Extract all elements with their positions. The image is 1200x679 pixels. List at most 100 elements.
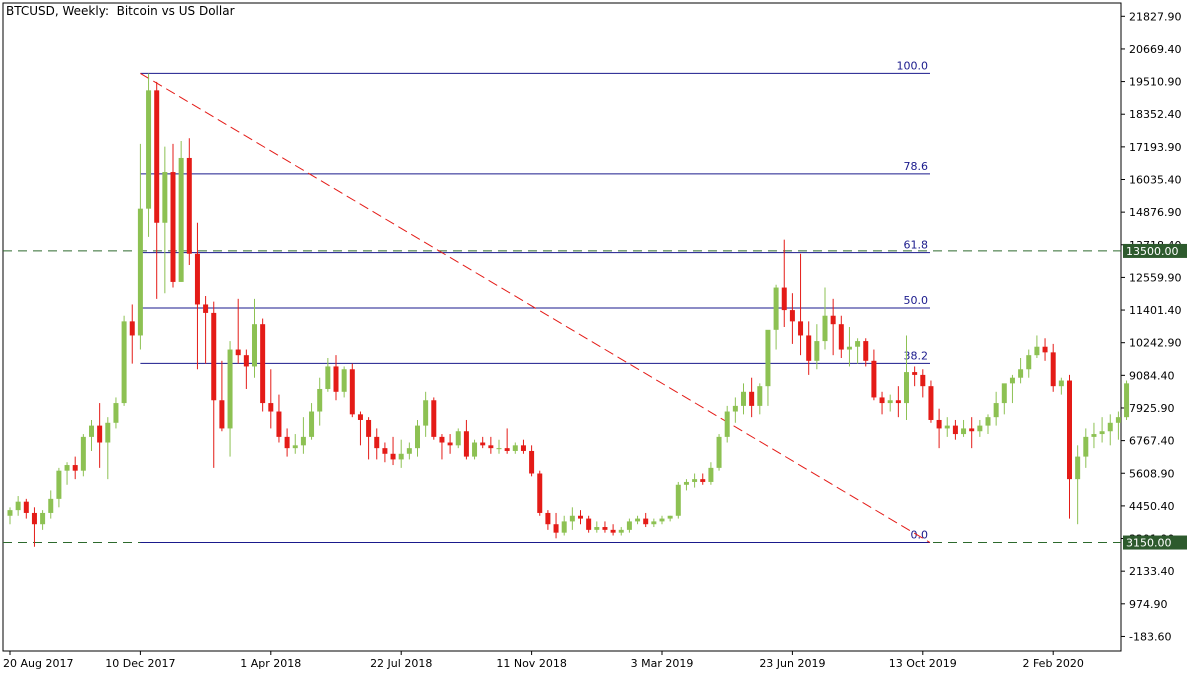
candle-body <box>447 442 453 446</box>
candle-body <box>732 405 738 412</box>
candle-body <box>415 425 420 449</box>
candle-body <box>7 510 13 516</box>
candle-body <box>480 442 486 446</box>
candle-body <box>463 431 469 457</box>
candle-body <box>219 400 225 429</box>
candle-body <box>137 208 143 336</box>
candle-body <box>569 515 575 522</box>
candle-body <box>276 411 282 437</box>
candle-body <box>765 329 771 387</box>
candle-body <box>504 448 510 451</box>
candle-body <box>1009 377 1015 384</box>
candle-body <box>162 172 168 223</box>
candle-body <box>830 315 836 325</box>
candle-body <box>455 431 461 446</box>
candle-body <box>553 524 559 533</box>
candle-body <box>97 425 103 443</box>
candle-body <box>741 391 746 406</box>
candle-body <box>961 428 967 435</box>
candle-body <box>235 349 241 356</box>
chart-svg: 21827.90 20669.40 19510.90 18352.40 17193.90… <box>2 2 1187 670</box>
candle-body <box>113 403 119 423</box>
candle-body <box>186 157 192 254</box>
fib-level-label: 100.0 <box>897 59 929 72</box>
candle-body <box>977 425 983 432</box>
candle-body <box>170 172 176 282</box>
price-level-label: 3150.00 <box>1126 537 1172 550</box>
candle-body <box>659 518 665 522</box>
y-tick-label: 20669.40 <box>1129 43 1182 56</box>
candle-body <box>1067 380 1072 480</box>
candle-body <box>863 341 869 361</box>
candle-body <box>398 453 404 460</box>
candle-body <box>496 448 502 450</box>
candle-body <box>993 403 999 418</box>
x-tick-label: 1 Apr 2018 <box>240 657 301 670</box>
candle-body <box>798 321 804 336</box>
x-tick-label: 2 Feb 2020 <box>1022 657 1083 670</box>
candle-body <box>895 400 901 404</box>
candle-body <box>545 512 551 525</box>
candle-body <box>700 479 706 482</box>
candle-body <box>708 467 714 482</box>
y-tick-label: 9084.40 <box>1129 369 1175 382</box>
candle-body <box>1107 422 1113 432</box>
candle-body <box>1018 369 1024 378</box>
candle-body <box>594 527 600 530</box>
candle-body <box>300 436 306 446</box>
candle-body <box>31 512 37 525</box>
x-tick-label: 20 Aug 2017 <box>3 657 73 670</box>
candle-body <box>985 417 991 426</box>
candle-body <box>23 501 29 513</box>
candle-body <box>846 346 852 350</box>
candle-body <box>643 518 649 525</box>
candle-body <box>374 436 380 449</box>
candle-body <box>72 465 78 471</box>
candle-body <box>520 445 526 451</box>
x-tick-label: 23 Jun 2019 <box>759 657 825 670</box>
candle-body <box>724 411 730 437</box>
y-tick-label: 19510.90 <box>1129 76 1182 89</box>
candle-body <box>349 369 355 415</box>
candle-body <box>284 436 290 449</box>
x-tick-label: 13 Oct 2019 <box>889 657 957 670</box>
y-tick-label: -183.60 <box>1129 630 1171 643</box>
candle-body <box>357 414 363 420</box>
y-tick-label: 18352.40 <box>1129 108 1182 121</box>
y-tick-label: 4450.40 <box>1129 500 1175 513</box>
candle-body <box>912 372 918 375</box>
y-tick-label: 2133.40 <box>1129 565 1175 578</box>
candle-body <box>366 419 372 437</box>
candle-body <box>423 400 429 426</box>
candle-body <box>406 448 412 454</box>
candle-body <box>667 515 673 519</box>
y-tick-label: 10242.90 <box>1129 337 1182 350</box>
candle-body <box>260 324 266 404</box>
candle-body <box>952 425 958 435</box>
candle-body <box>333 366 339 392</box>
candle-body <box>749 391 755 406</box>
candle-body <box>15 501 21 511</box>
candle-body <box>64 465 70 471</box>
candle-body <box>194 253 200 305</box>
candle-body <box>1115 417 1121 423</box>
candle-body <box>944 425 950 429</box>
candle-body <box>129 321 135 336</box>
x-tick-label: 11 Nov 2018 <box>496 657 566 670</box>
x-tick-label: 22 Jul 2018 <box>370 657 432 670</box>
candle-body <box>146 90 152 209</box>
y-tick-label: 12559.90 <box>1129 271 1182 284</box>
plot-frame <box>2 2 1122 652</box>
y-tick-label: 5608.90 <box>1129 467 1175 480</box>
y-tick-label: 17193.90 <box>1129 141 1182 154</box>
candle-body <box>838 324 844 350</box>
candle-body <box>879 397 885 404</box>
candle-body <box>561 521 567 533</box>
chart: BTCUSD, Weekly: Bitcoin vs US Dollar 218… <box>0 0 1200 675</box>
candle-body <box>439 436 445 443</box>
candle-body <box>602 527 608 530</box>
candle-body <box>211 312 217 401</box>
candle-body <box>121 321 127 404</box>
candle-body <box>317 388 323 412</box>
candle-body <box>936 419 942 429</box>
